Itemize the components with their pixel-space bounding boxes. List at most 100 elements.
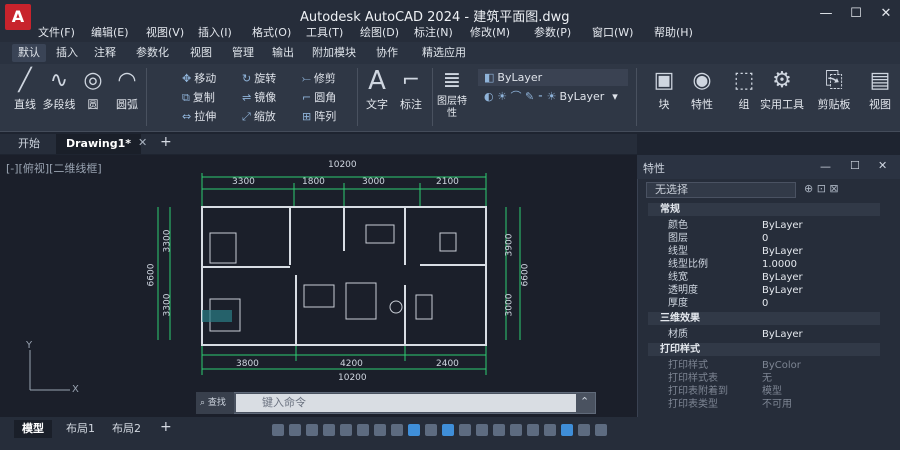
status-toggle-icon[interactable] (272, 424, 284, 436)
tab-5[interactable]: 管理 (226, 44, 260, 62)
tab-layout1[interactable]: 布局1 (58, 420, 103, 438)
property-group[interactable]: 常规 (648, 203, 880, 216)
command-menu-icon[interactable]: ⌃ (580, 395, 589, 408)
close-tab-icon[interactable]: ✕ (138, 136, 147, 149)
chevron-down-icon[interactable]: ▾ (612, 90, 618, 103)
property-value[interactable]: ByLayer (762, 245, 803, 258)
modify-button[interactable]: ✥ 移动 (182, 70, 216, 87)
property-group[interactable]: 打印样式 (648, 343, 880, 356)
modify-button[interactable]: ⇌ 镜像 (242, 89, 276, 106)
menu-item[interactable]: 格式(O) (252, 24, 291, 40)
layer-color-value[interactable]: ByLayer (560, 90, 605, 103)
layer-dropdown[interactable]: ◧ ByLayer (478, 69, 628, 86)
modify-button[interactable]: ↻ 旋转 (242, 70, 276, 87)
property-value[interactable]: ByLayer (762, 284, 803, 297)
property-value[interactable]: 不可用 (762, 398, 792, 411)
property-group[interactable]: 三维效果 (648, 312, 880, 325)
menu-item[interactable]: 修改(M) (470, 24, 510, 40)
menu-item[interactable]: 绘图(D) (360, 24, 399, 40)
menu-item[interactable]: 帮助(H) (654, 24, 693, 40)
draw-button-3[interactable]: ◠ 圆弧 (110, 68, 144, 112)
menu-item[interactable]: 视图(V) (146, 24, 184, 40)
menu-item[interactable]: 插入(I) (198, 24, 232, 40)
ribbon-button-5[interactable]: ▤ 视图 (858, 68, 900, 112)
close-panel-icon[interactable]: ✕ (878, 159, 887, 172)
modify-button[interactable]: ⌐ 圆角 (302, 89, 336, 106)
status-toggle-icon[interactable] (595, 424, 607, 436)
tab-1[interactable]: 插入 (50, 44, 84, 62)
command-history[interactable]: ⌕ 查找 (196, 392, 234, 414)
status-toggle-icon[interactable] (323, 424, 335, 436)
status-toggle-icon[interactable] (527, 424, 539, 436)
add-layout-icon[interactable]: + (160, 419, 172, 435)
status-toggle-icon[interactable] (510, 424, 522, 436)
layer-properties-button[interactable]: ≣ 图层特性 (436, 68, 468, 120)
property-value[interactable]: 1.0000 (762, 258, 797, 271)
draw-button-0[interactable]: ╱ 直线 (8, 68, 42, 112)
status-toggle-icon[interactable] (459, 424, 471, 436)
ribbon-button-1[interactable]: ◉ 特性 (680, 68, 724, 112)
command-input[interactable]: 键入命令 (236, 394, 576, 412)
modify-button[interactable]: ⤢ 缩放 (242, 108, 276, 125)
maximize-panel-icon[interactable]: ☐ (850, 159, 860, 172)
ribbon-button-4[interactable]: ⎘ 剪贴板 (812, 68, 856, 112)
maximize-icon[interactable]: ☐ (846, 4, 866, 24)
status-toggle-icon[interactable] (289, 424, 301, 436)
text-button[interactable]: A 文字 (362, 68, 392, 112)
property-value[interactable]: ByLayer (762, 271, 803, 284)
status-toggle-icon[interactable] (442, 424, 454, 436)
app-menu-button[interactable]: A (5, 4, 31, 30)
menu-item[interactable]: 编辑(E) (91, 24, 129, 40)
property-value[interactable]: ByLayer (762, 328, 803, 341)
menu-item[interactable]: 窗口(W) (592, 24, 633, 40)
status-toggle-icon[interactable] (374, 424, 386, 436)
status-toggle-icon[interactable] (544, 424, 556, 436)
property-value[interactable]: 模型 (762, 385, 782, 398)
menu-item[interactable]: 文件(F) (38, 24, 75, 40)
selection-dropdown[interactable]: 无选择 (646, 182, 796, 198)
draw-button-1[interactable]: ∿ 多段线 (42, 68, 76, 112)
tab-model[interactable]: 模型 (14, 420, 52, 438)
tab-3[interactable]: 参数化 (130, 44, 175, 62)
property-value[interactable]: 0 (762, 232, 768, 245)
status-toggle-icon[interactable] (306, 424, 318, 436)
status-toggle-icon[interactable] (408, 424, 420, 436)
status-toggle-icon[interactable] (391, 424, 403, 436)
status-toggle-icon[interactable] (493, 424, 505, 436)
modify-button[interactable]: ⊞ 阵列 (302, 108, 336, 125)
tab-6[interactable]: 输出 (266, 44, 300, 62)
tab-2[interactable]: 注释 (88, 44, 122, 62)
tab-9[interactable]: 精选应用 (416, 44, 472, 62)
tab-0[interactable]: 默认 (12, 44, 46, 62)
menu-item[interactable]: 标注(N) (414, 24, 453, 40)
ribbon-button-3[interactable]: ⚙ 实用工具 (760, 68, 804, 112)
tab-4[interactable]: 视图 (184, 44, 218, 62)
status-toggle-icon[interactable] (357, 424, 369, 436)
new-tab-icon[interactable]: + (160, 134, 172, 150)
status-toggle-icon[interactable] (425, 424, 437, 436)
modify-button[interactable]: ⧉ 复制 (182, 89, 215, 106)
status-toggle-icon[interactable] (476, 424, 488, 436)
close-icon[interactable]: ✕ (876, 4, 896, 24)
property-value[interactable]: ByColor (762, 359, 801, 372)
tab-7[interactable]: 附加模块 (306, 44, 362, 62)
draw-button-2[interactable]: ◎ 圆 (76, 68, 110, 112)
minimize-icon[interactable]: — (816, 4, 836, 24)
menu-item[interactable]: 工具(T) (306, 24, 343, 40)
modify-button[interactable]: ⤚ 修剪 (302, 70, 336, 87)
select-objects-icon[interactable]: ⊕ ⊡ ⊠ (804, 182, 839, 195)
status-toggle-icon[interactable] (578, 424, 590, 436)
tab-8[interactable]: 协作 (370, 44, 404, 62)
menu-item[interactable]: 参数(P) (534, 24, 571, 40)
minimize-panel-icon[interactable]: — (820, 160, 831, 173)
tab-drawing1[interactable]: Drawing1* (56, 134, 142, 154)
property-value[interactable]: 0 (762, 297, 768, 310)
status-toggle-icon[interactable] (561, 424, 573, 436)
dimension-button[interactable]: ⌐ 标注 (396, 68, 426, 112)
modify-button[interactable]: ⇔ 拉伸 (182, 108, 216, 125)
property-value[interactable]: 无 (762, 372, 772, 385)
property-value[interactable]: ByLayer (762, 219, 803, 232)
tab-layout2[interactable]: 布局2 (104, 420, 149, 438)
tab-start[interactable]: 开始 (8, 134, 50, 154)
status-toggle-icon[interactable] (340, 424, 352, 436)
